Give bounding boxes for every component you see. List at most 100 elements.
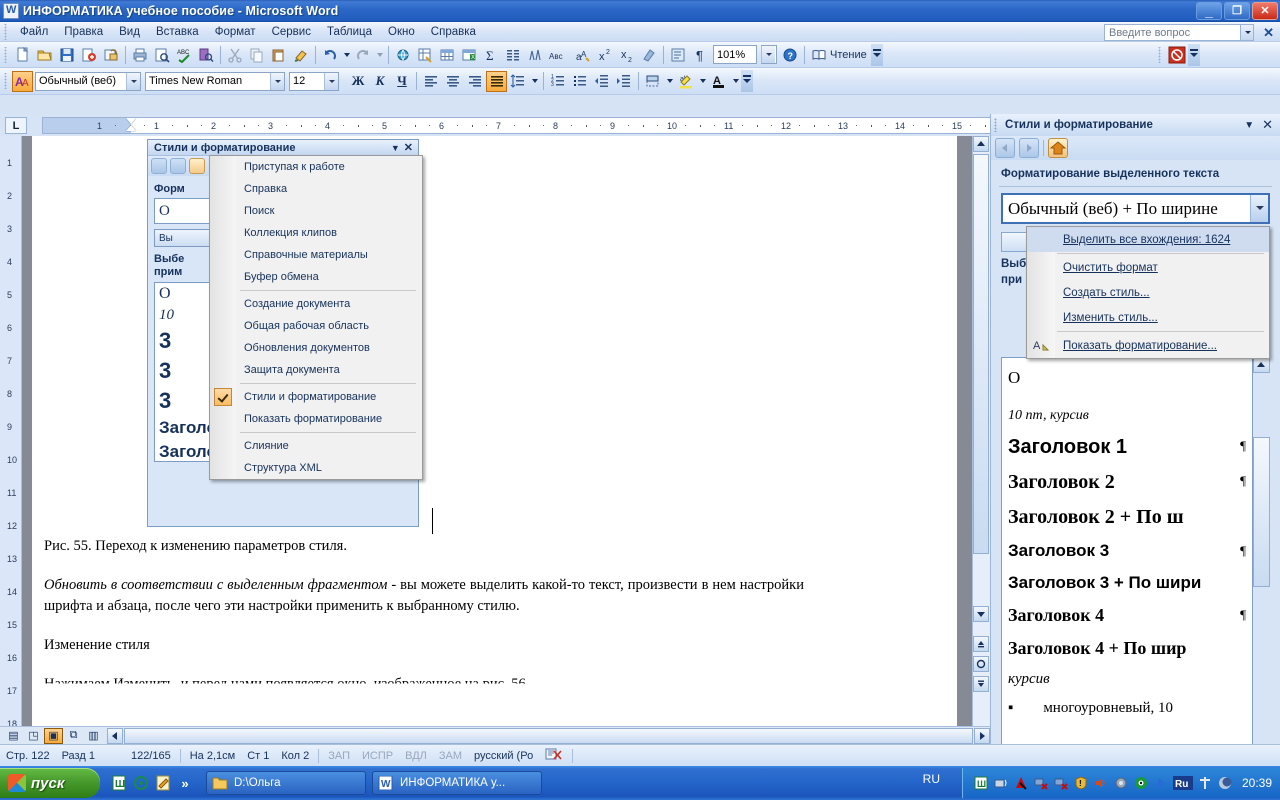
back-arrow-icon[interactable] [995, 138, 1015, 158]
selected-style-box[interactable]: Обычный (веб) + По ширине [1001, 193, 1270, 224]
print-icon[interactable] [129, 44, 151, 66]
undo-dropdown-icon[interactable] [341, 44, 352, 66]
reading-layout-label[interactable]: Чтение [830, 49, 871, 61]
tray-bluetooth-icon[interactable] [1153, 775, 1169, 791]
menu-help[interactable]: Справка [423, 24, 484, 40]
status-record-mode[interactable]: ЗАП [322, 750, 356, 762]
style-list-scrollbar[interactable] [1253, 357, 1270, 800]
align-center-icon[interactable] [442, 70, 464, 92]
document-map-icon[interactable] [667, 44, 689, 66]
chevron-down-icon[interactable]: ▼ [1244, 120, 1262, 131]
spelling-status-icon[interactable] [539, 747, 569, 764]
help-icon[interactable]: ? [779, 44, 801, 66]
menu-grip-handle[interactable] [2, 23, 10, 40]
hscrollbar-thumb[interactable] [124, 727, 973, 744]
document-text[interactable]: Рис. 55. Переход к изменению параметров … [44, 536, 804, 713]
research-icon[interactable] [195, 44, 217, 66]
style-list-item[interactable]: 10 пт, курсив [1002, 394, 1252, 430]
highlight-marker-icon[interactable] [638, 44, 660, 66]
quicklaunch-browser-icon[interactable] [132, 774, 150, 792]
taskbar-clock[interactable]: 20:39 [1237, 776, 1272, 790]
insert-excel-worksheet-icon[interactable]: X [458, 44, 480, 66]
paste-icon[interactable] [268, 44, 290, 66]
save-icon[interactable] [56, 44, 78, 66]
menubar-close-icon[interactable]: ✕ [1263, 25, 1274, 41]
menu-format[interactable]: Формат [207, 24, 264, 40]
chevron-down-icon[interactable] [270, 72, 284, 90]
subscript-icon[interactable]: x2 [616, 44, 638, 66]
font-combo[interactable]: Times New Roman [145, 71, 285, 91]
format-painter-icon[interactable] [290, 44, 312, 66]
borders-dropdown-icon[interactable] [664, 70, 675, 92]
style-list-item[interactable]: Заголовок 2 ¶ [1002, 465, 1252, 500]
print-layout-view-button[interactable]: ▣ [44, 727, 63, 744]
spelling-check-icon[interactable]: ABC [173, 44, 195, 66]
line-spacing-dropdown-icon[interactable] [529, 70, 540, 92]
next-page-button[interactable] [973, 676, 989, 692]
paragraph-marks-icon[interactable]: ¶ [689, 44, 711, 66]
hanging-indent-marker[interactable] [126, 125, 136, 131]
menu-view[interactable]: Вид [111, 24, 148, 40]
document-canvas[interactable]: Стили и форматирование ▼ ✕ Форм О Вы Выб… [22, 136, 990, 726]
ask-a-question-box[interactable]: Введите вопрос [1104, 24, 1254, 41]
start-button[interactable]: пуск [0, 768, 100, 798]
macro-toolbar-grip[interactable] [1156, 46, 1164, 63]
drawing-icon[interactable] [524, 44, 546, 66]
select-browse-object-button[interactable] [973, 656, 989, 672]
status-language[interactable]: русский (Ро [468, 750, 539, 762]
style-context-menu[interactable]: Выделить все вхождения: 1624 Очистить фор… [1026, 226, 1270, 359]
underline-button[interactable]: Ч [391, 70, 413, 92]
style-context-menu-item[interactable]: Создать стиль... [1027, 280, 1269, 305]
redo-dropdown-icon[interactable] [374, 44, 385, 66]
quicklaunch-overflow-icon[interactable]: » [176, 774, 194, 792]
close-button[interactable]: ✕ [1252, 2, 1278, 20]
style-list-item[interactable]: ▪ многоуровневый, 10 [1002, 694, 1252, 723]
menu-tools[interactable]: Сервис [264, 24, 319, 40]
macro-record-icon[interactable] [1166, 44, 1188, 66]
normal-view-button[interactable]: ▤ [4, 728, 23, 744]
tray-antivirus-icon[interactable] [1013, 775, 1029, 791]
menu-insert[interactable]: Вставка [148, 24, 207, 40]
style-list-item[interactable]: Заголовок 3 ¶ [1002, 535, 1252, 567]
formatting-toolbar-overflow[interactable] [741, 70, 753, 92]
style-context-menu-item[interactable]: A Показать форматирование... [1027, 333, 1269, 358]
tray-eye-icon[interactable] [1133, 775, 1149, 791]
style-scrollbar-thumb[interactable] [1253, 437, 1270, 587]
quicklaunch-word-icon[interactable]: Ш [110, 774, 128, 792]
insert-table-icon[interactable] [436, 44, 458, 66]
menu-edit[interactable]: Правка [56, 24, 111, 40]
bold-button[interactable]: Ж [347, 70, 369, 92]
previous-page-button[interactable] [973, 636, 989, 652]
style-list-item[interactable]: курсив [1002, 665, 1252, 694]
scroll-right-button[interactable] [974, 727, 990, 744]
document-page[interactable]: Стили и форматирование ▼ ✕ Форм О Вы Выб… [32, 136, 957, 726]
style-list-item[interactable]: Заголовок 2 + По ш [1002, 500, 1252, 535]
status-overtype[interactable]: ЗАМ [433, 750, 468, 762]
justify-icon[interactable] [486, 70, 507, 92]
numbered-list-icon[interactable]: 123 [547, 70, 569, 92]
undo-icon[interactable] [319, 44, 341, 66]
style-list-item[interactable]: Заголовок 3 + По шири [1002, 567, 1252, 599]
chevron-down-icon[interactable] [1240, 25, 1253, 40]
autosum-icon[interactable]: Σ [480, 44, 502, 66]
menu-file[interactable]: Файл [12, 24, 56, 40]
print-preview-icon[interactable] [151, 44, 173, 66]
mail-recipient-icon[interactable] [78, 44, 100, 66]
tab-stop-selector[interactable]: L [5, 117, 27, 134]
reading-layout-icon[interactable] [808, 44, 830, 66]
autoformat-icon[interactable]: aA [572, 44, 594, 66]
font-color-dropdown-icon[interactable] [730, 70, 741, 92]
chevron-down-icon[interactable] [126, 72, 140, 90]
taskbar-item-folder[interactable]: D:\Ольга [206, 771, 366, 795]
style-scroll-up-button[interactable] [1253, 357, 1270, 373]
reading-layout-view-button[interactable]: ▥ [84, 728, 103, 744]
status-extend-selection[interactable]: ВДЛ [399, 750, 433, 762]
scrollbar-thumb[interactable] [973, 154, 989, 554]
status-track-changes[interactable]: ИСПР [356, 750, 399, 762]
tray-network-disconnected-icon[interactable] [1033, 775, 1049, 791]
home-icon[interactable] [1048, 138, 1068, 158]
scroll-down-button[interactable] [973, 606, 989, 622]
tray-language-icon[interactable]: Ru [1172, 775, 1193, 791]
scroll-up-button[interactable] [973, 136, 989, 152]
tray-security-warning-icon[interactable]: ! [1073, 775, 1089, 791]
